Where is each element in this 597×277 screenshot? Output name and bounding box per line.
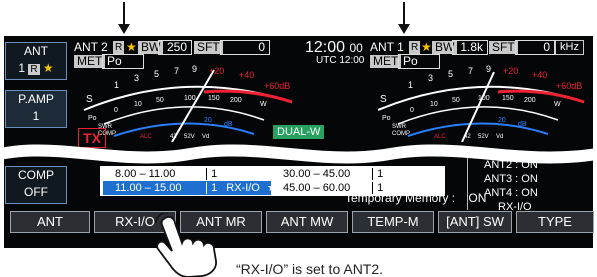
comp-button[interactable]: COMP OFF — [5, 166, 67, 204]
rx-badge: R — [28, 64, 40, 75]
hand-pointer-icon — [155, 213, 217, 277]
star-icon: ★ — [42, 61, 54, 75]
left-meter: S 1 3 5 7 9 +20 +40 +60dB Po 0 10 50 100… — [83, 64, 293, 142]
pamp-button[interactable]: P.AMP 1 — [5, 90, 67, 128]
pointer-arrows — [118, 2, 410, 34]
po-tick: 50 — [452, 97, 460, 104]
table-row[interactable]: 30.00 – 45.00 1 — [275, 167, 445, 181]
s-tick: 1 — [408, 80, 413, 90]
right-bw-value[interactable]: 1.8k — [452, 40, 488, 55]
arrow-down-icon — [118, 2, 130, 34]
table-row[interactable]: 11.00 – 15.00 1 RX-I/O ★ — [103, 181, 277, 195]
comp-tick: dB — [518, 121, 527, 128]
po-tick: 0 — [114, 107, 118, 114]
table-row[interactable]: 8.00 – 11.00 1 — [103, 167, 271, 181]
po-tick: 100 — [478, 95, 490, 102]
temp-memory-status: Temporary Memory : ON — [345, 191, 486, 205]
ant-mw-function-button[interactable]: ANT MW — [266, 211, 348, 233]
swr-label: SWR — [392, 124, 407, 130]
s-tick: 7 — [468, 66, 473, 76]
po-label: Po — [382, 115, 391, 122]
star-icon: ★ — [421, 40, 432, 54]
s-tick: 5 — [154, 69, 159, 79]
po-tick: 200 — [524, 97, 536, 104]
ant-function-button[interactable]: ANT — [10, 211, 90, 233]
ant-button[interactable]: ANT 1 R ★ — [5, 42, 67, 80]
po-tick: 100 — [184, 95, 196, 102]
band-ant: 1 — [206, 168, 218, 180]
right-meter: S 1 3 5 7 9 +20 +40 +60dB Po 0 10 50 100… — [377, 64, 585, 142]
s-scale-label: S — [86, 94, 93, 105]
po-tick: W — [554, 101, 561, 108]
ant-button-value-row: 1 R ★ — [6, 60, 66, 78]
band-range: 8.00 – 11.00 — [115, 168, 176, 180]
s-tick: +60dB — [264, 81, 290, 91]
s-tick: 9 — [486, 64, 491, 74]
comp-button-value: OFF — [24, 185, 48, 199]
s-tick: 3 — [134, 73, 139, 83]
comp-button-label: COMP — [18, 168, 54, 182]
star-icon: ★ — [126, 40, 137, 54]
ant-status-item: ANT3 : ON — [467, 172, 585, 186]
temp-memory-label: Temporary Memory : — [345, 191, 456, 205]
s-tick: 3 — [428, 73, 433, 83]
pamp-button-value: 1 — [32, 109, 40, 123]
ant-status-item: ANT2 : ON — [467, 158, 585, 172]
ant-status-list: ANT2 : ON ANT3 : ON ANT4 : ON RX-I/O — [467, 158, 585, 214]
left-sft-label: SFT — [194, 41, 223, 54]
s-tick: +40 — [532, 70, 547, 80]
unit-label: kHz — [555, 40, 584, 55]
right-ant-label: ANT 1 — [370, 40, 404, 54]
po-tick: W — [260, 101, 267, 108]
po-tick: 0 — [410, 107, 414, 114]
pamp-button-label: P.AMP — [18, 92, 54, 106]
ant-button-label: ANT — [24, 44, 48, 58]
po-tick: 150 — [502, 95, 514, 102]
comp-tick: 20 — [498, 117, 506, 124]
band-range: 11.00 – 15.00 — [115, 182, 182, 194]
right-rx-badge: R — [409, 41, 421, 54]
clock-seconds: 00 — [349, 41, 363, 55]
temp-memory-value: ON — [468, 191, 487, 205]
band-ant: 1 — [206, 182, 218, 194]
po-tick: 150 — [208, 95, 220, 102]
s-tick: +60dB — [556, 81, 582, 91]
right-sft-value[interactable]: 0 — [515, 40, 555, 55]
left-sft-value[interactable]: 0 — [220, 40, 270, 55]
s-tick: 5 — [448, 69, 453, 79]
type-function-button[interactable]: TYPE — [516, 211, 594, 233]
po-label: Po — [88, 115, 97, 122]
po-tick: 10 — [430, 101, 438, 108]
right-sft-label: SFT — [489, 41, 518, 54]
left-bw-value[interactable]: 250 — [158, 40, 192, 55]
comp-tick: 20 — [204, 117, 212, 124]
s-tick: +40 — [239, 70, 254, 80]
band-ant: 1 — [372, 168, 384, 180]
band-range: 30.00 – 45.00 — [283, 168, 351, 180]
s-scale-label: S — [380, 94, 387, 105]
po-tick: 10 — [134, 101, 142, 108]
s-tick: 7 — [174, 66, 179, 76]
utc-clock: UTC 12:00 — [316, 55, 365, 66]
comp-tick: dB — [224, 121, 233, 128]
s-tick: +20 — [209, 66, 224, 76]
left-rx-badge: R — [113, 41, 125, 54]
po-tick: 200 — [230, 97, 242, 104]
temp-m-function-button[interactable]: TEMP-M — [352, 211, 434, 233]
ant-button-value: 1 — [18, 61, 25, 75]
s-tick: 1 — [114, 80, 119, 90]
band-rxio: RX-I/O — [226, 182, 260, 194]
s-tick: 9 — [192, 64, 197, 74]
po-tick: 50 — [156, 97, 164, 104]
left-ant-label: ANT 2 — [74, 40, 108, 54]
ant-sw-function-button[interactable]: [ANT] SW — [438, 211, 512, 233]
s-tick: +20 — [503, 66, 518, 76]
arrow-down-icon — [398, 2, 410, 34]
caption: “RX-I/O” is set to ANT2. — [236, 261, 384, 277]
clock-time: 12:00 — [305, 39, 346, 56]
